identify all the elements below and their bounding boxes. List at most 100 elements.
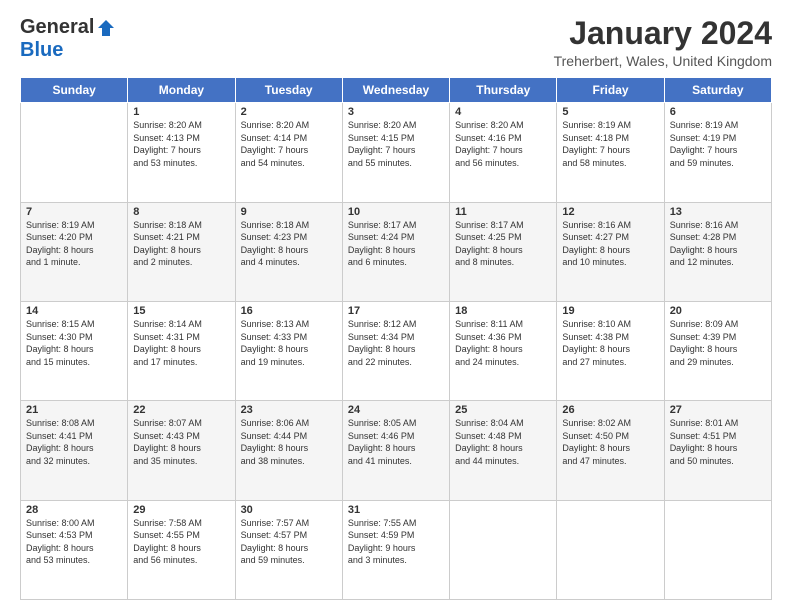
day-number: 31 [348, 504, 444, 516]
table-row [557, 500, 664, 599]
day-number: 10 [348, 206, 444, 218]
calendar-week-5: 28Sunrise: 8:00 AMSunset: 4:53 PMDayligh… [21, 500, 772, 599]
table-row: 2Sunrise: 8:20 AMSunset: 4:14 PMDaylight… [235, 103, 342, 202]
day-info: Sunrise: 8:19 AMSunset: 4:20 PMDaylight:… [26, 219, 122, 269]
logo-general-text: General [20, 16, 94, 39]
table-row: 3Sunrise: 8:20 AMSunset: 4:15 PMDaylight… [342, 103, 449, 202]
day-info: Sunrise: 8:14 AMSunset: 4:31 PMDaylight:… [133, 318, 229, 368]
day-number: 17 [348, 305, 444, 317]
day-info: Sunrise: 8:00 AMSunset: 4:53 PMDaylight:… [26, 517, 122, 567]
table-row: 19Sunrise: 8:10 AMSunset: 4:38 PMDayligh… [557, 301, 664, 400]
table-row: 29Sunrise: 7:58 AMSunset: 4:55 PMDayligh… [128, 500, 235, 599]
day-number: 12 [562, 206, 658, 218]
col-tuesday: Tuesday [235, 78, 342, 103]
day-info: Sunrise: 8:10 AMSunset: 4:38 PMDaylight:… [562, 318, 658, 368]
col-wednesday: Wednesday [342, 78, 449, 103]
day-number: 1 [133, 106, 229, 118]
table-row: 12Sunrise: 8:16 AMSunset: 4:27 PMDayligh… [557, 202, 664, 301]
day-number: 28 [26, 504, 122, 516]
day-info: Sunrise: 8:17 AMSunset: 4:25 PMDaylight:… [455, 219, 551, 269]
day-info: Sunrise: 8:20 AMSunset: 4:14 PMDaylight:… [241, 119, 337, 169]
day-number: 4 [455, 106, 551, 118]
day-number: 18 [455, 305, 551, 317]
table-row [450, 500, 557, 599]
day-info: Sunrise: 8:16 AMSunset: 4:28 PMDaylight:… [670, 219, 766, 269]
table-row: 31Sunrise: 7:55 AMSunset: 4:59 PMDayligh… [342, 500, 449, 599]
day-info: Sunrise: 8:04 AMSunset: 4:48 PMDaylight:… [455, 417, 551, 467]
table-row: 21Sunrise: 8:08 AMSunset: 4:41 PMDayligh… [21, 401, 128, 500]
table-row: 17Sunrise: 8:12 AMSunset: 4:34 PMDayligh… [342, 301, 449, 400]
day-number: 29 [133, 504, 229, 516]
table-row: 14Sunrise: 8:15 AMSunset: 4:30 PMDayligh… [21, 301, 128, 400]
title-block: January 2024 Treherbert, Wales, United K… [554, 16, 772, 69]
day-info: Sunrise: 8:18 AMSunset: 4:21 PMDaylight:… [133, 219, 229, 269]
table-row: 6Sunrise: 8:19 AMSunset: 4:19 PMDaylight… [664, 103, 771, 202]
table-row [21, 103, 128, 202]
day-info: Sunrise: 8:15 AMSunset: 4:30 PMDaylight:… [26, 318, 122, 368]
day-number: 19 [562, 305, 658, 317]
table-row: 26Sunrise: 8:02 AMSunset: 4:50 PMDayligh… [557, 401, 664, 500]
day-info: Sunrise: 7:58 AMSunset: 4:55 PMDaylight:… [133, 517, 229, 567]
day-info: Sunrise: 8:20 AMSunset: 4:15 PMDaylight:… [348, 119, 444, 169]
calendar-week-1: 1Sunrise: 8:20 AMSunset: 4:13 PMDaylight… [21, 103, 772, 202]
col-monday: Monday [128, 78, 235, 103]
day-number: 27 [670, 404, 766, 416]
day-info: Sunrise: 8:12 AMSunset: 4:34 PMDaylight:… [348, 318, 444, 368]
location: Treherbert, Wales, United Kingdom [554, 53, 772, 69]
col-thursday: Thursday [450, 78, 557, 103]
day-number: 8 [133, 206, 229, 218]
day-info: Sunrise: 8:05 AMSunset: 4:46 PMDaylight:… [348, 417, 444, 467]
day-info: Sunrise: 8:01 AMSunset: 4:51 PMDaylight:… [670, 417, 766, 467]
day-number: 13 [670, 206, 766, 218]
table-row: 11Sunrise: 8:17 AMSunset: 4:25 PMDayligh… [450, 202, 557, 301]
day-info: Sunrise: 8:06 AMSunset: 4:44 PMDaylight:… [241, 417, 337, 467]
day-number: 15 [133, 305, 229, 317]
table-row: 25Sunrise: 8:04 AMSunset: 4:48 PMDayligh… [450, 401, 557, 500]
table-row: 30Sunrise: 7:57 AMSunset: 4:57 PMDayligh… [235, 500, 342, 599]
logo-blue-text: Blue [20, 39, 63, 61]
day-number: 14 [26, 305, 122, 317]
calendar-week-3: 14Sunrise: 8:15 AMSunset: 4:30 PMDayligh… [21, 301, 772, 400]
day-number: 21 [26, 404, 122, 416]
calendar: Sunday Monday Tuesday Wednesday Thursday… [20, 77, 772, 600]
table-row: 9Sunrise: 8:18 AMSunset: 4:23 PMDaylight… [235, 202, 342, 301]
calendar-header-row: Sunday Monday Tuesday Wednesday Thursday… [21, 78, 772, 103]
month-title: January 2024 [554, 16, 772, 51]
day-number: 5 [562, 106, 658, 118]
day-info: Sunrise: 8:16 AMSunset: 4:27 PMDaylight:… [562, 219, 658, 269]
table-row: 24Sunrise: 8:05 AMSunset: 4:46 PMDayligh… [342, 401, 449, 500]
day-info: Sunrise: 8:20 AMSunset: 4:13 PMDaylight:… [133, 119, 229, 169]
day-number: 30 [241, 504, 337, 516]
day-number: 6 [670, 106, 766, 118]
day-number: 11 [455, 206, 551, 218]
day-number: 16 [241, 305, 337, 317]
day-info: Sunrise: 8:17 AMSunset: 4:24 PMDaylight:… [348, 219, 444, 269]
day-number: 24 [348, 404, 444, 416]
day-number: 3 [348, 106, 444, 118]
table-row: 20Sunrise: 8:09 AMSunset: 4:39 PMDayligh… [664, 301, 771, 400]
table-row: 23Sunrise: 8:06 AMSunset: 4:44 PMDayligh… [235, 401, 342, 500]
day-info: Sunrise: 8:11 AMSunset: 4:36 PMDaylight:… [455, 318, 551, 368]
day-number: 23 [241, 404, 337, 416]
day-number: 26 [562, 404, 658, 416]
day-number: 2 [241, 106, 337, 118]
table-row: 13Sunrise: 8:16 AMSunset: 4:28 PMDayligh… [664, 202, 771, 301]
day-number: 9 [241, 206, 337, 218]
table-row: 7Sunrise: 8:19 AMSunset: 4:20 PMDaylight… [21, 202, 128, 301]
day-number: 25 [455, 404, 551, 416]
day-info: Sunrise: 8:09 AMSunset: 4:39 PMDaylight:… [670, 318, 766, 368]
table-row: 15Sunrise: 8:14 AMSunset: 4:31 PMDayligh… [128, 301, 235, 400]
table-row: 8Sunrise: 8:18 AMSunset: 4:21 PMDaylight… [128, 202, 235, 301]
day-number: 20 [670, 305, 766, 317]
day-info: Sunrise: 8:19 AMSunset: 4:19 PMDaylight:… [670, 119, 766, 169]
day-info: Sunrise: 8:02 AMSunset: 4:50 PMDaylight:… [562, 417, 658, 467]
day-info: Sunrise: 8:08 AMSunset: 4:41 PMDaylight:… [26, 417, 122, 467]
table-row: 1Sunrise: 8:20 AMSunset: 4:13 PMDaylight… [128, 103, 235, 202]
table-row [664, 500, 771, 599]
table-row: 5Sunrise: 8:19 AMSunset: 4:18 PMDaylight… [557, 103, 664, 202]
table-row: 27Sunrise: 8:01 AMSunset: 4:51 PMDayligh… [664, 401, 771, 500]
calendar-week-2: 7Sunrise: 8:19 AMSunset: 4:20 PMDaylight… [21, 202, 772, 301]
calendar-week-4: 21Sunrise: 8:08 AMSunset: 4:41 PMDayligh… [21, 401, 772, 500]
logo-icon [96, 18, 116, 38]
day-info: Sunrise: 8:07 AMSunset: 4:43 PMDaylight:… [133, 417, 229, 467]
